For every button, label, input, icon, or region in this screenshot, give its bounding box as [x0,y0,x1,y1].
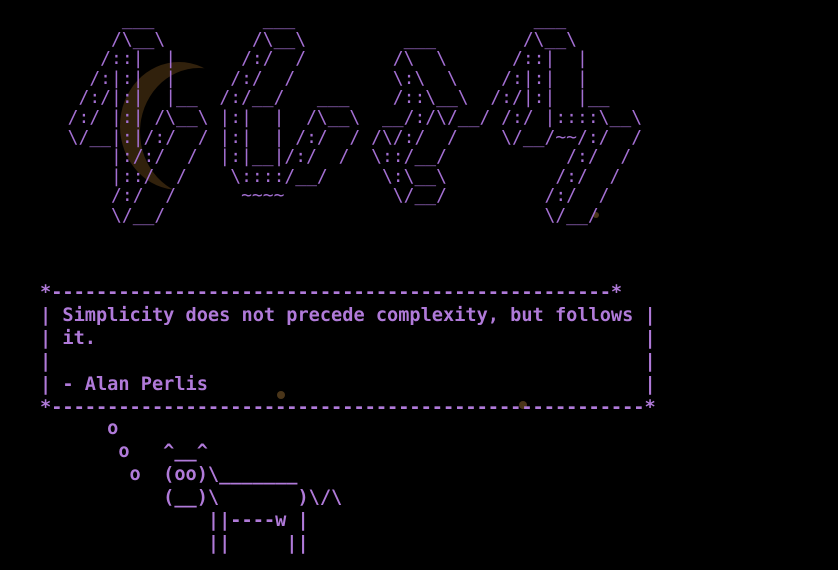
ascii-banner: ___ ___ ___ /\__\ /\__\ ___ /\__\ /::| |… [67,9,643,226]
fortune-quote-box: *---------------------------------------… [40,282,656,418]
cowsay-art: o o ^__^ o (oo)\_______ (__)\ )\/\ ||---… [107,418,343,554]
